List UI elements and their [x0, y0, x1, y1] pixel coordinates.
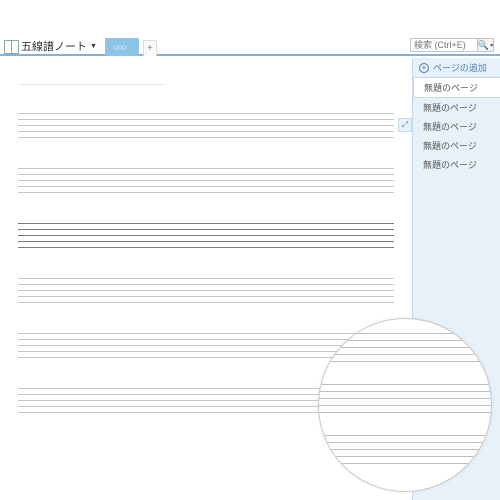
zoom-preview	[318, 318, 492, 492]
notebook-icon	[4, 40, 18, 52]
search-input[interactable]	[410, 38, 478, 52]
page-list: 無題のページ 無題のページ 無題のページ 無題のページ 無題のページ	[413, 77, 500, 174]
add-page-button[interactable]: + ページの追加	[413, 58, 500, 77]
page-item[interactable]: 無題のページ	[413, 136, 500, 155]
page-item[interactable]: 無題のページ	[413, 98, 500, 117]
page-item[interactable]: 無題のページ	[413, 77, 500, 98]
add-page-label: ページの追加	[433, 61, 487, 74]
section-tab-label: ○○○	[113, 42, 126, 52]
chevron-down-icon: ▼	[90, 43, 97, 50]
notebook-selector[interactable]: 五線譜ノート ▼	[2, 36, 103, 56]
section-tab-active[interactable]: ○○○	[105, 38, 139, 56]
page-item[interactable]: 無題のページ	[413, 117, 500, 136]
collapse-panel-button[interactable]: ⤢	[398, 118, 412, 132]
page-item[interactable]: 無題のページ	[413, 155, 500, 174]
add-section-button[interactable]: +	[143, 40, 157, 56]
staff-group	[18, 168, 394, 193]
staff-group	[18, 113, 394, 138]
chevron-down-icon: ▾	[490, 42, 493, 49]
search-icon: 🔍	[478, 40, 489, 51]
title-bar: 五線譜ノート ▼ ○○○ + 🔍 ▾	[0, 0, 500, 56]
staff-group	[18, 223, 394, 248]
expand-icon: ⤢	[402, 120, 408, 130]
search-button[interactable]: 🔍 ▾	[478, 38, 494, 52]
notebook-title-label: 五線譜ノート	[21, 38, 87, 54]
page-title-underline	[18, 84, 166, 85]
staff-group	[18, 278, 394, 303]
plus-icon: +	[419, 63, 429, 73]
